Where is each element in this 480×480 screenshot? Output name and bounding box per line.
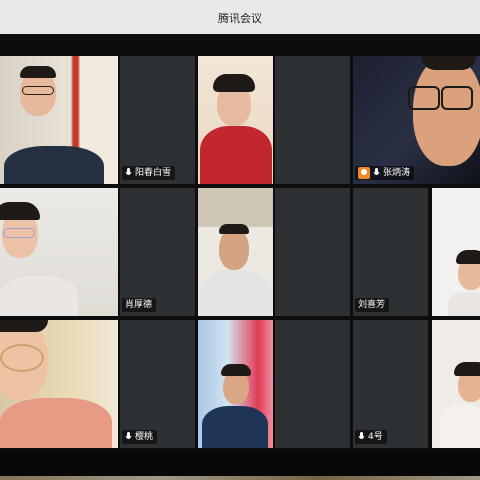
bottom-decorative-stripe (0, 476, 480, 480)
participant-name: 阳春白雪 (135, 168, 172, 178)
video-tile[interactable] (432, 188, 480, 316)
title-bar[interactable]: 腾讯会议 (0, 0, 480, 35)
microphone-icon (358, 432, 365, 439)
video-tile[interactable] (0, 56, 118, 184)
participant-label: 张炳涛 (355, 166, 415, 180)
video-tile[interactable]: 4号 (353, 320, 428, 448)
video-tile[interactable] (432, 320, 480, 448)
video-grid: 阳春白雪 张炳涛 肖厚德 刘喜芳 樱桃 4号 (0, 34, 480, 480)
window-title: 腾讯会议 (218, 12, 262, 25)
participant-label: 刘喜芳 (355, 298, 390, 312)
host-badge-icon (358, 167, 370, 179)
video-tile[interactable] (275, 320, 350, 448)
microphone-icon (125, 168, 132, 175)
participant-name: 张炳涛 (383, 168, 411, 178)
microphone-icon (125, 432, 132, 439)
video-tile[interactable] (198, 56, 273, 184)
microphone-icon (373, 168, 380, 175)
video-tile[interactable] (275, 188, 350, 316)
video-tile[interactable] (275, 56, 350, 184)
video-tile[interactable]: 刘喜芳 (353, 188, 428, 316)
video-tile[interactable] (198, 320, 273, 448)
video-tile[interactable] (0, 320, 118, 448)
video-tile[interactable]: 樱桃 (120, 320, 195, 448)
video-tile-active-speaker[interactable] (0, 188, 118, 316)
participant-label: 樱桃 (122, 430, 158, 444)
bottom-bar (0, 450, 480, 480)
video-tile[interactable]: 阳春白雪 (120, 56, 195, 184)
video-tile[interactable] (198, 188, 273, 316)
participant-name: 刘喜芳 (358, 300, 386, 310)
participant-label: 4号 (355, 430, 387, 444)
participant-label: 肖厚德 (122, 298, 157, 312)
participant-name: 樱桃 (135, 432, 154, 442)
participant-name: 4号 (368, 432, 383, 442)
video-tile[interactable]: 肖厚德 (120, 188, 195, 316)
video-tile[interactable]: 张炳涛 (353, 56, 480, 184)
participant-label: 阳春白雪 (122, 166, 176, 180)
participant-name: 肖厚德 (125, 300, 153, 310)
